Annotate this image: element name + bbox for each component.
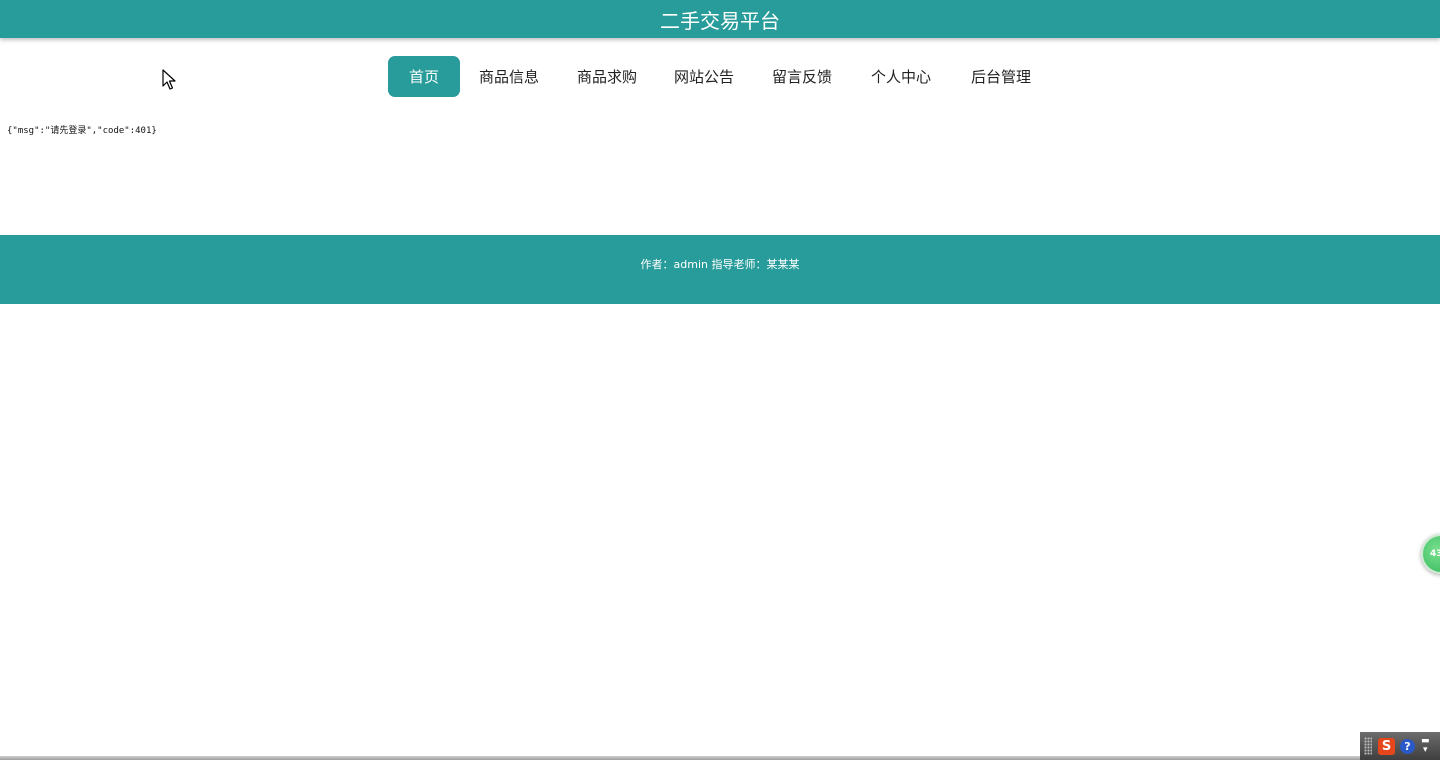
nav-item-goods-wanted[interactable]: 商品求购 [558, 56, 656, 97]
ime-toolbar[interactable]: S ? ▬ ▾ [1360, 732, 1440, 760]
floating-speed-widget[interactable]: 43 [1421, 534, 1440, 574]
grip-icon[interactable] [1364, 737, 1372, 755]
nav-item-goods-info[interactable]: 商品信息 [460, 56, 558, 97]
main-nav: 首页 商品信息 商品求购 网站公告 留言反馈 个人中心 后台管理 [388, 56, 1052, 97]
site-header: 二手交易平台 [0, 0, 1440, 38]
floating-widget-value: 43 [1430, 549, 1440, 559]
taskbar-edge [0, 756, 1440, 760]
nav-item-feedback[interactable]: 留言反馈 [752, 56, 852, 97]
nav-item-announcements[interactable]: 网站公告 [656, 56, 752, 97]
nav-item-admin[interactable]: 后台管理 [950, 56, 1052, 97]
site-title: 二手交易平台 [660, 8, 780, 33]
ime-logo-icon[interactable]: S [1378, 737, 1395, 755]
mouse-cursor-icon [162, 69, 176, 91]
nav-item-personal-center[interactable]: 个人中心 [852, 56, 950, 97]
api-response-text: {"msg":"请先登录","code":401} [7, 126, 157, 136]
help-icon[interactable]: ? [1400, 738, 1415, 754]
footer-credits: 作者：admin 指导老师：某某某 [640, 258, 800, 271]
site-footer: 作者：admin 指导老师：某某某 [0, 235, 1440, 304]
ime-menu-arrow-icon[interactable]: ▬ ▾ [1421, 737, 1430, 755]
nav-item-home[interactable]: 首页 [388, 56, 460, 97]
